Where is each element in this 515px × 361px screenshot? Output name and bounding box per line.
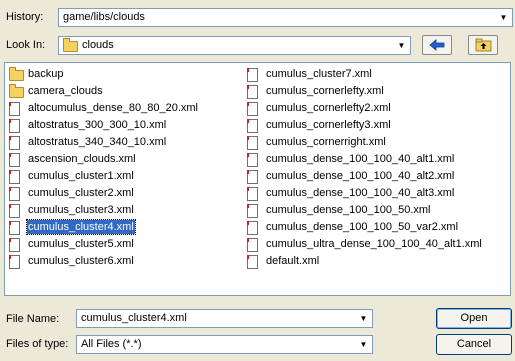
file-type-label: Files of type:: [6, 338, 69, 350]
history-combo[interactable]: game/libs/clouds ▼: [58, 8, 513, 27]
list-item-label: cumulus_cornerlefty3.xml: [266, 119, 391, 131]
list-item-label: cumulus_cornerlefty2.xml: [266, 102, 391, 114]
look-in-label: Look In:: [6, 39, 46, 51]
file-icon: [247, 221, 258, 235]
cancel-button[interactable]: Cancel: [436, 334, 512, 355]
up-folder-button[interactable]: [468, 35, 498, 55]
folder-icon: [63, 38, 78, 52]
list-item-label: cumulus_cluster7.xml: [266, 68, 372, 80]
chevron-down-icon[interactable]: ▼: [497, 11, 510, 24]
list-item-label: cumulus_dense_100_100_40_alt1.xml: [266, 153, 455, 165]
chevron-down-icon[interactable]: ▼: [357, 338, 370, 351]
folder-icon: [9, 67, 24, 81]
look-in-value: clouds: [82, 39, 114, 51]
list-item-label: cumulus_cornerright.xml: [266, 136, 386, 148]
up-folder-icon: [475, 38, 492, 52]
list-item-label: cumulus_cluster1.xml: [28, 170, 134, 182]
file-name-combo[interactable]: cumulus_cluster4.xml ▼: [76, 309, 373, 328]
list-item-label: cumulus_ultra_dense_100_100_40_alt1.xml: [266, 238, 482, 250]
list-item-label: camera_clouds: [28, 85, 103, 97]
look-in-combo[interactable]: clouds ▼: [58, 36, 411, 55]
back-arrow-icon: [429, 39, 445, 51]
list-item-label: backup: [28, 68, 64, 80]
file-icon: [247, 136, 258, 150]
file-icon: [9, 136, 20, 150]
chevron-down-icon[interactable]: ▼: [357, 312, 370, 325]
file-name-label: File Name:: [6, 313, 60, 325]
file-list[interactable]: backup camera_clouds altocumulus_dense_80_…: [4, 62, 511, 296]
file-icon: [9, 119, 20, 133]
list-item-label: cumulus_cornerlefty.xml: [266, 85, 384, 97]
file-icon: [9, 170, 20, 184]
list-item-label: cumulus_dense_100_100_40_alt2.xml: [266, 170, 455, 182]
file-icon: [247, 153, 258, 167]
file-icon: [9, 255, 20, 269]
list-item-label: altostratus_300_300_10.xml: [28, 119, 167, 131]
list-item-label: cumulus_cluster5.xml: [28, 238, 134, 250]
file-icon: [247, 85, 258, 99]
file-icon: [247, 187, 258, 201]
history-label: History:: [6, 11, 44, 23]
file-icon: [9, 102, 20, 116]
file-icon: [9, 238, 20, 252]
file-icon: [9, 153, 20, 167]
file-icon: [247, 255, 258, 269]
list-item-label: cumulus_dense_100_100_50_var2.xml: [266, 221, 459, 233]
list-item-label: altostratus_340_340_10.xml: [28, 136, 167, 148]
file-icon: [9, 221, 20, 235]
chevron-down-icon[interactable]: ▼: [395, 39, 408, 52]
open-button[interactable]: Open: [436, 308, 512, 329]
file-type-combo[interactable]: All Files (*.*) ▼: [76, 335, 373, 354]
file-icon: [247, 119, 258, 133]
list-item-label: cumulus_cluster2.xml: [28, 187, 134, 199]
list-item-label: altocumulus_dense_80_80_20.xml: [28, 102, 199, 114]
file-icon: [9, 204, 20, 218]
list-item-label: cumulus_dense_100_100_50.xml: [266, 204, 431, 216]
file-icon: [247, 238, 258, 252]
list-item-label: default.xml: [266, 255, 320, 267]
file-type-value: All Files (*.*): [81, 338, 142, 350]
list-item-label: cumulus_cluster4.xml: [26, 219, 136, 235]
history-value: game/libs/clouds: [63, 11, 145, 23]
file-name-value[interactable]: cumulus_cluster4.xml: [81, 312, 187, 324]
file-icon: [247, 204, 258, 218]
file-icon: [9, 187, 20, 201]
folder-icon: [9, 84, 24, 98]
back-button[interactable]: [422, 35, 452, 55]
file-icon: [247, 102, 258, 116]
file-icon: [247, 170, 258, 184]
file-icon: [247, 68, 258, 82]
list-item-label: cumulus_cluster6.xml: [28, 255, 134, 267]
list-item-label: cumulus_dense_100_100_40_alt3.xml: [266, 187, 455, 199]
list-item-label: ascension_clouds.xml: [28, 153, 136, 165]
list-item-label: cumulus_cluster3.xml: [28, 204, 134, 216]
